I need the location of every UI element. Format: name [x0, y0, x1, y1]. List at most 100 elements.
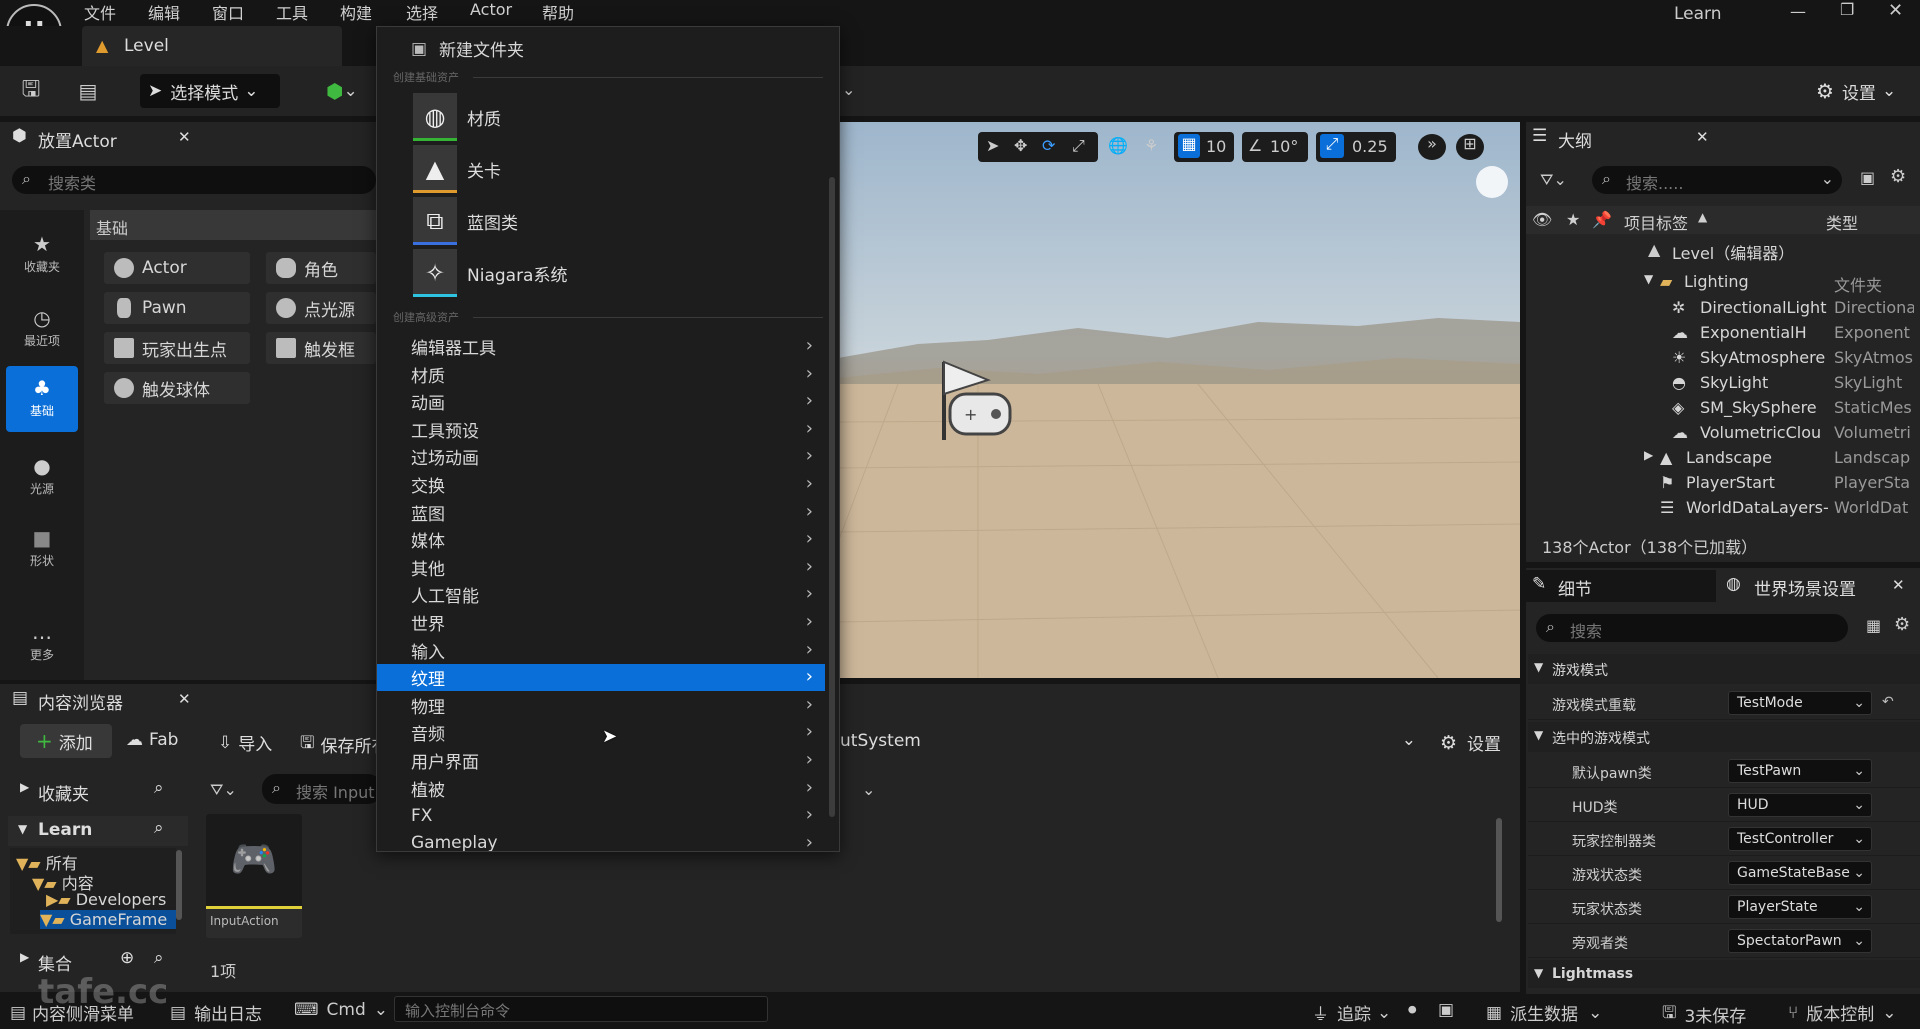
- default-pawn-select[interactable]: TestPawn ⌄: [1728, 759, 1872, 783]
- player-state-select[interactable]: PlayerState ⌄: [1728, 895, 1872, 919]
- category-lights[interactable]: ● 光源: [6, 444, 78, 510]
- outliner-row-landscape[interactable]: ▶ ▲ Landscape Landscap: [1526, 446, 1920, 471]
- menu-advanced-item[interactable]: 人工智能 ›: [377, 581, 825, 608]
- actor-item-player-start[interactable]: 玩家出生点: [104, 332, 250, 364]
- col-type-header[interactable]: 类型: [1826, 210, 1858, 234]
- close-icon[interactable]: ✕: [1892, 576, 1905, 594]
- category-more[interactable]: … 更多: [6, 610, 78, 676]
- content-settings-button[interactable]: ⚙ 设置: [1440, 730, 1501, 756]
- actor-item-pawn[interactable]: Pawn: [104, 292, 250, 324]
- close-icon[interactable]: ✕: [1696, 128, 1709, 146]
- settings-button[interactable]: ⚙ 设置 ⌄: [1816, 74, 1910, 108]
- col-label-header[interactable]: 项目标签: [1624, 210, 1688, 234]
- category-recent[interactable]: ◷ 最近项: [6, 296, 78, 362]
- place-actor-tab[interactable]: ⬢ 放置Actor ✕: [4, 122, 204, 154]
- menu-edit[interactable]: 编辑: [148, 0, 180, 24]
- scale-tool-icon[interactable]: ⤢: [1072, 136, 1085, 156]
- derived-data-button[interactable]: ▦ 派生数据 ⌄: [1486, 1000, 1602, 1026]
- browse-icon[interactable]: ▤: [74, 78, 102, 104]
- category-favorites[interactable]: ★ 收藏夹: [6, 222, 78, 288]
- hud-select[interactable]: HUD ⌄: [1728, 793, 1872, 817]
- menu-scrollbar[interactable]: [829, 177, 835, 817]
- save-all-button[interactable]: 🖫保存所有: [300, 730, 376, 759]
- import-button[interactable]: ⇩ 导入: [218, 730, 272, 756]
- menu-advanced-item[interactable]: 音频 ›: [377, 719, 825, 746]
- actor-item-character[interactable]: 角色: [266, 252, 376, 284]
- menu-advanced-item[interactable]: 用户界面 ›: [377, 747, 825, 774]
- search-icon[interactable]: ⌕: [154, 778, 164, 798]
- tree-item-gameframe[interactable]: ▼▰ GameFrame: [40, 910, 176, 929]
- outliner-row-directional-light[interactable]: ✲ DirectionalLight Directiona: [1526, 296, 1920, 321]
- fab-button[interactable]: ☁ Fab: [126, 730, 178, 750]
- tree-item-developers[interactable]: ▶▰ Developers: [46, 890, 166, 909]
- menu-new-folder[interactable]: ▣ 新建文件夹: [377, 35, 825, 62]
- outliner-tab[interactable]: ☰ 大纲 ✕: [1526, 122, 1716, 154]
- menu-advanced-item[interactable]: 其他 ›: [377, 554, 825, 581]
- tab-level[interactable]: ▲ Level: [82, 26, 342, 66]
- actor-item-point-light[interactable]: 点光源: [266, 292, 376, 324]
- menu-tools[interactable]: 工具: [276, 0, 308, 24]
- layout-icon[interactable]: ⊞: [1456, 134, 1484, 160]
- chevron-down-icon[interactable]: ⌄: [842, 80, 855, 99]
- menu-advanced-item[interactable]: 媒体 ›: [377, 526, 825, 553]
- add-button[interactable]: + 添加: [20, 724, 112, 758]
- rotation-snap[interactable]: ∠ 10°: [1242, 132, 1308, 162]
- star-icon[interactable]: ★: [1566, 210, 1580, 229]
- tab-world-settings[interactable]: ◍ 世界场景设置 ✕: [1720, 570, 1920, 602]
- add-actor-button[interactable]: ⬢ ⌄: [326, 74, 372, 108]
- select-mode-button[interactable]: ➤ 选择模式 ⌄: [140, 74, 280, 108]
- spectator-select[interactable]: SpectatorPawn ⌄: [1728, 929, 1872, 953]
- favorites-row[interactable]: ▶ 收藏夹 ⌕: [8, 776, 188, 806]
- screenshot-icon[interactable]: ▣: [1438, 1000, 1454, 1020]
- grid-snap[interactable]: ▦ 10: [1174, 132, 1234, 162]
- outliner-row-clouds[interactable]: ☁ VolumetricClouc Volumetri: [1526, 421, 1920, 446]
- gear-icon[interactable]: ⚙: [1894, 614, 1910, 635]
- output-log-button[interactable]: ▤ 输出日志: [170, 1000, 262, 1026]
- menu-advanced-item[interactable]: 交换 ›: [377, 471, 825, 498]
- menu-level[interactable]: ▲ 关卡: [413, 145, 501, 193]
- save-icon[interactable]: 🖫: [18, 77, 44, 104]
- asset-tile[interactable]: 🎮 InputAction: [206, 814, 302, 938]
- console-input[interactable]: 输入控制台命令: [394, 996, 768, 1022]
- menu-actor[interactable]: Actor: [470, 0, 512, 24]
- actor-item-actor[interactable]: Actor: [104, 252, 250, 284]
- move-tool-icon[interactable]: ✥: [1014, 136, 1027, 155]
- outliner-row-level[interactable]: ▲ Level（编辑器）: [1526, 238, 1920, 263]
- table-view-icon[interactable]: ▦: [1866, 616, 1881, 635]
- group-selected-game-mode[interactable]: ▼ 选中的游戏模式: [1528, 722, 1920, 752]
- category-shapes[interactable]: ■ 形状: [6, 516, 78, 582]
- asset-search[interactable]: ⌕ 搜索 Input: [262, 774, 382, 804]
- menu-advanced-item[interactable]: 材质 ›: [377, 361, 825, 388]
- place-actor-search[interactable]: ⌕ 搜索类: [12, 166, 376, 194]
- minimize-icon[interactable]: —: [1790, 2, 1806, 21]
- content-browser-tab[interactable]: ▤ 内容浏览器 ✕: [4, 684, 204, 716]
- outliner-row-fog[interactable]: ☁ ExponentialHeig Exponent: [1526, 321, 1920, 346]
- menu-advanced-item[interactable]: 工具预设 ›: [377, 416, 825, 443]
- outliner-row-player-start[interactable]: ⚑ PlayerStart PlayerSta: [1526, 471, 1920, 496]
- chevron-down-icon[interactable]: ⌄: [862, 780, 875, 799]
- search-icon[interactable]: ⌕: [154, 948, 164, 968]
- actor-item-trigger-box[interactable]: 触发框: [266, 332, 376, 364]
- outliner-row-sky-atmosphere[interactable]: ☀ SkyAtmosphere SkyAtmos: [1526, 346, 1920, 371]
- menu-file[interactable]: 文件: [84, 0, 116, 24]
- category-basic[interactable]: ♣ 基础: [6, 366, 78, 432]
- close-window-icon[interactable]: ✕: [1888, 0, 1903, 21]
- outliner-row-lighting[interactable]: ▼ ▰ Lighting 文件夹: [1526, 270, 1920, 295]
- outliner-row-skysphere[interactable]: ◈ SM_SkySphere StaticMes: [1526, 396, 1920, 421]
- menu-advanced-item[interactable]: 纹理 ›: [377, 664, 825, 692]
- gear-icon[interactable]: ⚙: [1890, 166, 1906, 187]
- menu-niagara-system[interactable]: ✧ Niagara系统: [413, 249, 567, 297]
- menu-advanced-item[interactable]: 蓝图 ›: [377, 499, 825, 526]
- close-icon[interactable]: ✕: [178, 128, 191, 146]
- player-controller-select[interactable]: TestController ⌄: [1728, 827, 1872, 851]
- details-search[interactable]: ⌕ 搜索: [1536, 614, 1848, 642]
- pin-icon[interactable]: 📌: [1592, 210, 1612, 229]
- tab-details[interactable]: ✎ 细节: [1526, 570, 1716, 602]
- cmd-dropdown[interactable]: ⌨ Cmd ⌄: [294, 1000, 388, 1020]
- tree-scrollbar[interactable]: [176, 850, 182, 920]
- group-game-mode[interactable]: ▼ 游戏模式: [1528, 654, 1920, 684]
- project-row[interactable]: ▼ Learn ⌕: [8, 816, 188, 846]
- menu-advanced-item[interactable]: 动画 ›: [377, 388, 825, 415]
- menu-advanced-item[interactable]: FX ›: [377, 802, 825, 829]
- record-icon[interactable]: ⏺: [1408, 1000, 1417, 1020]
